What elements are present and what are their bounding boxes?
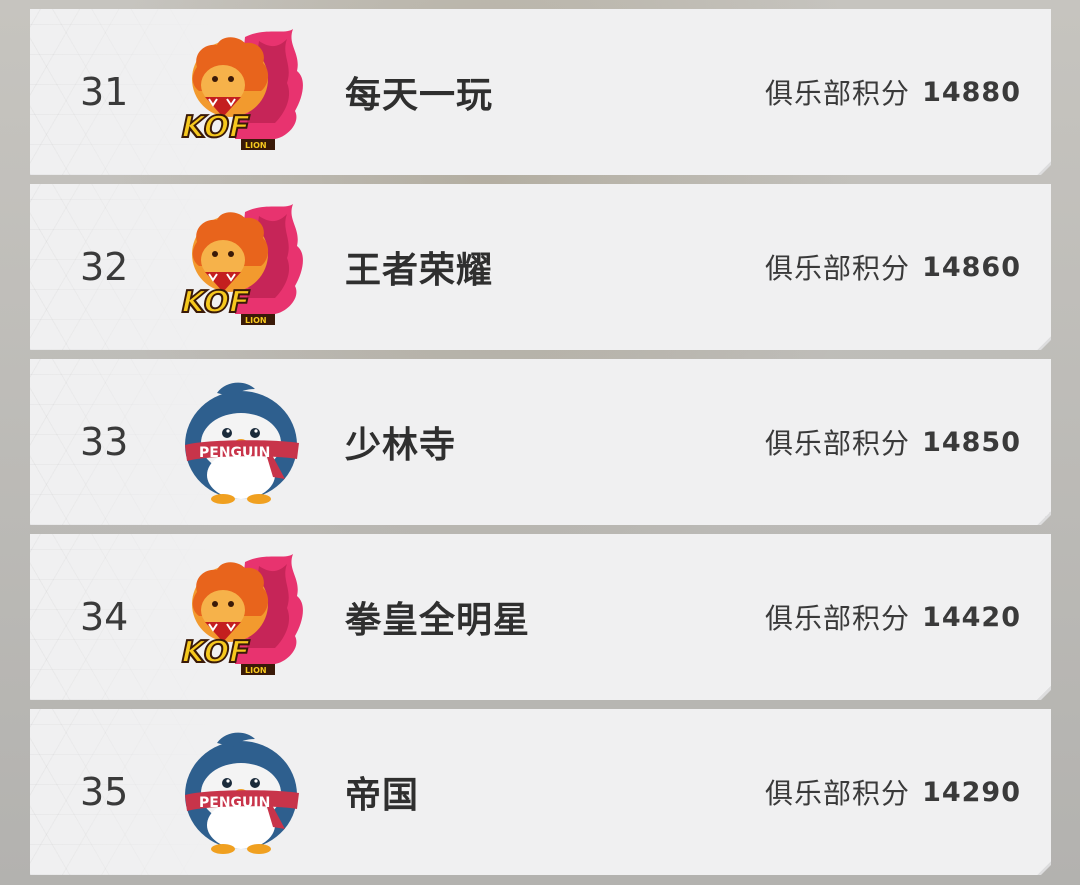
score-value: 14880 bbox=[922, 76, 1021, 108]
lion-logo-text: LION bbox=[245, 666, 267, 675]
club-score: 俱乐部积分 14860 bbox=[765, 184, 1021, 350]
rank-number: 34 bbox=[80, 595, 129, 639]
leaderboard-row[interactable]: 34 KOF LION 拳皇全明星 俱乐部积分 14420 bbox=[30, 534, 1051, 700]
club-name: 拳皇全明星 bbox=[345, 600, 531, 641]
club-score: 俱乐部积分 14290 bbox=[765, 709, 1021, 875]
score-label: 俱乐部积分 bbox=[765, 427, 911, 460]
leaderboard-row[interactable]: 35 PENGUIN 帝国 俱乐部积分 14290 bbox=[30, 709, 1051, 875]
club-score: 俱乐部积分 14880 bbox=[765, 9, 1021, 175]
penguin-icon: PENGUIN bbox=[175, 727, 310, 857]
lion-logo-text: LION bbox=[245, 141, 267, 150]
club-score: 俱乐部积分 14850 bbox=[765, 359, 1021, 525]
rank-number: 32 bbox=[80, 245, 129, 289]
rank-number: 35 bbox=[80, 770, 129, 814]
kof-lion-icon: KOF LION bbox=[175, 202, 310, 332]
score-value: 14290 bbox=[922, 776, 1021, 808]
club-name: 帝国 bbox=[345, 775, 420, 816]
lion-logo-text: LION bbox=[245, 316, 267, 325]
rank-number: 31 bbox=[80, 70, 129, 114]
penguin-icon: PENGUIN bbox=[175, 377, 310, 507]
rank-number: 33 bbox=[80, 420, 129, 464]
penguin-logo-text: PENGUIN bbox=[199, 445, 270, 461]
penguin-logo-text: PENGUIN bbox=[199, 795, 270, 811]
kof-lion-icon: KOF LION bbox=[175, 27, 310, 157]
score-label: 俱乐部积分 bbox=[765, 77, 911, 110]
score-value: 14860 bbox=[922, 251, 1021, 283]
kof-lion-icon: KOF LION bbox=[175, 552, 310, 682]
club-name: 每天一玩 bbox=[345, 75, 494, 116]
score-value: 14850 bbox=[922, 426, 1021, 458]
leaderboard-list: 31 KOF LION 每天一玩 俱乐部积分 14880 32 KOF LION… bbox=[30, 9, 1051, 884]
leaderboard-row[interactable]: 32 KOF LION 王者荣耀 俱乐部积分 14860 bbox=[30, 184, 1051, 350]
club-score: 俱乐部积分 14420 bbox=[765, 534, 1021, 700]
club-name: 王者荣耀 bbox=[345, 250, 494, 291]
club-name: 少林寺 bbox=[345, 425, 457, 466]
score-label: 俱乐部积分 bbox=[765, 602, 911, 635]
score-label: 俱乐部积分 bbox=[765, 777, 911, 810]
leaderboard-row[interactable]: 31 KOF LION 每天一玩 俱乐部积分 14880 bbox=[30, 9, 1051, 175]
score-value: 14420 bbox=[922, 601, 1021, 633]
leaderboard-row[interactable]: 33 PENGUIN 少林寺 俱乐部积分 14850 bbox=[30, 359, 1051, 525]
score-label: 俱乐部积分 bbox=[765, 252, 911, 285]
